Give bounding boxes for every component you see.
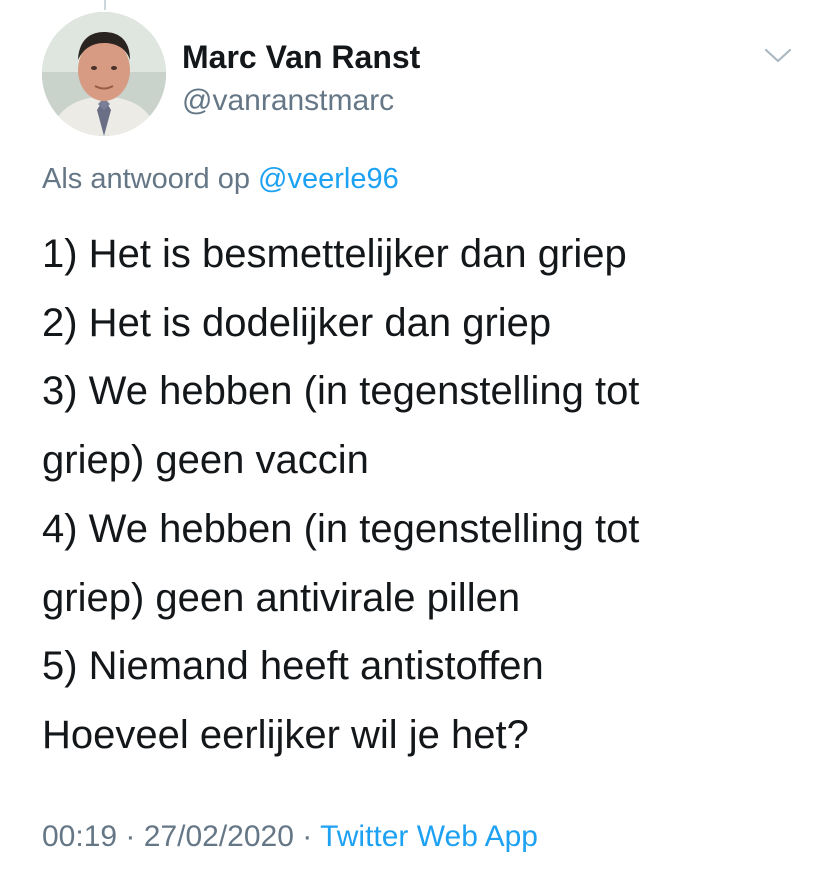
author-name[interactable]: Marc Van Ranst — [182, 37, 420, 77]
reply-context: Als antwoord op @veerle96 — [42, 160, 399, 198]
tweet-date[interactable]: 27/02/2020 — [144, 820, 294, 853]
tweet-line: griep) geen antivirale pillen — [42, 575, 521, 620]
tweet-source-link[interactable]: Twitter Web App — [320, 820, 538, 853]
tweet-time[interactable]: 00:19 — [42, 820, 117, 853]
tweet-line: 3) We hebben (in tegenstelling tot — [42, 369, 640, 414]
tweet-line: 2) Het is dodelijker dan griep — [42, 300, 552, 345]
tweet-line: Hoeveel eerlijker wil je het? — [42, 712, 529, 757]
tweet-text: 1) Het is besmettelijker dan griep 2) He… — [42, 220, 812, 770]
profile-photo-icon — [42, 12, 166, 136]
tweet-metadata: 00:19 · 27/02/2020 · Twitter Web App — [42, 818, 538, 856]
tweet-line: griep) geen vaccin — [42, 438, 369, 483]
tweet-line: 5) Niemand heeft antistoffen — [42, 644, 544, 689]
avatar[interactable] — [42, 12, 166, 136]
thread-connector-line — [104, 0, 106, 10]
reply-prefix: Als antwoord op — [42, 163, 250, 195]
meta-separator: · — [302, 820, 313, 853]
reply-mention-link[interactable]: @veerle96 — [258, 163, 399, 195]
chevron-down-icon[interactable] — [760, 40, 796, 70]
author-handle[interactable]: @vanranstmarc — [182, 82, 394, 120]
tweet-line: 4) We hebben (in tegenstelling tot — [42, 506, 640, 551]
meta-separator: · — [125, 820, 136, 853]
tweet-line: 1) Het is besmettelijker dan griep — [42, 232, 627, 276]
